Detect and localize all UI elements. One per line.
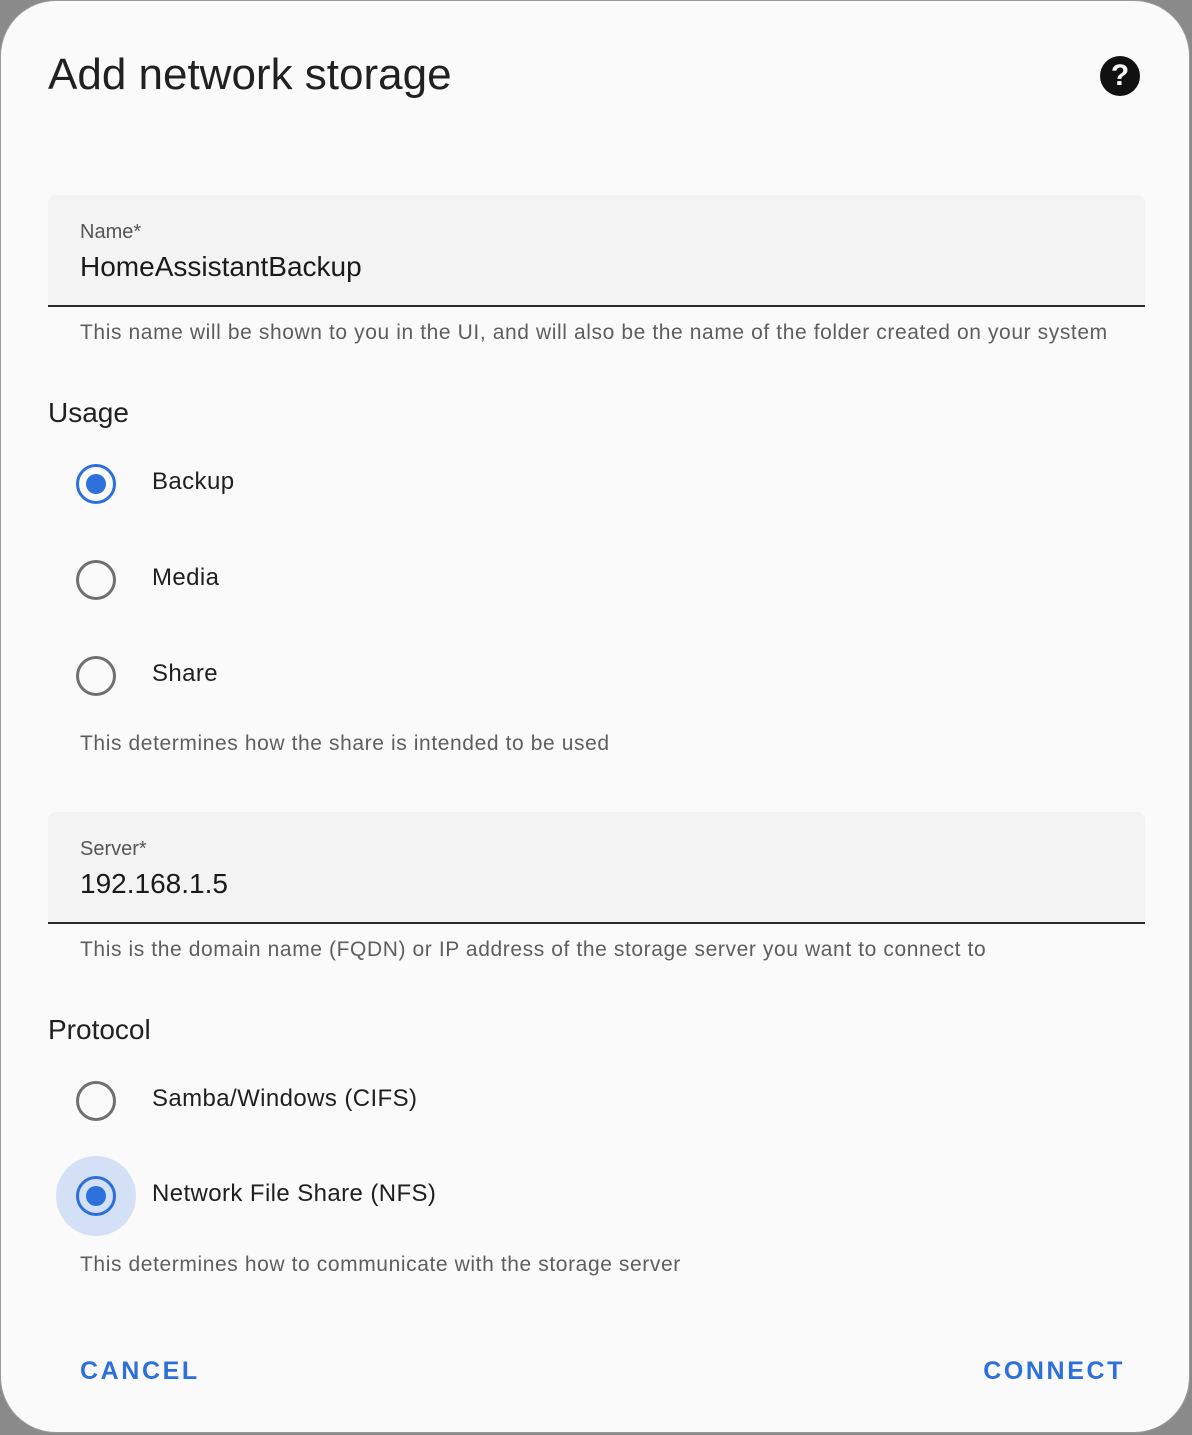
protocol-heading: Protocol xyxy=(48,1014,151,1045)
usage-option-share[interactable]: Share xyxy=(56,636,656,716)
name-field-label: Name* xyxy=(80,221,142,243)
protocol-option-cifs[interactable]: Samba/Windows (CIFS) xyxy=(56,1061,656,1141)
cancel-button[interactable]: CANCEL xyxy=(80,1357,200,1386)
usage-option-label: Backup xyxy=(152,468,235,495)
radio-button-share[interactable] xyxy=(76,656,116,696)
protocol-helper: This determines how to communicate with … xyxy=(80,1253,681,1276)
add-network-storage-dialog: Add network storage ? Name* HomeAssistan… xyxy=(0,0,1190,1433)
connect-button[interactable]: CONNECT xyxy=(983,1357,1125,1386)
usage-option-media[interactable]: Media xyxy=(56,540,656,620)
usage-heading: Usage xyxy=(48,397,129,428)
name-field-helper: This name will be shown to you in the UI… xyxy=(80,321,1108,344)
server-field-label: Server* xyxy=(80,838,147,860)
usage-option-label: Media xyxy=(152,564,220,591)
protocol-option-nfs[interactable]: Network File Share (NFS) xyxy=(56,1156,656,1236)
protocol-option-label: Network File Share (NFS) xyxy=(152,1180,437,1207)
server-field-helper: This is the domain name (FQDN) or IP add… xyxy=(80,938,987,961)
usage-helper: This determines how the share is intende… xyxy=(80,732,610,755)
radio-button-media[interactable] xyxy=(76,560,116,600)
name-field[interactable]: Name* HomeAssistantBackup xyxy=(48,195,1145,307)
server-field[interactable]: Server* 192.168.1.5 xyxy=(48,812,1145,924)
dialog-title: Add network storage xyxy=(48,50,452,99)
server-field-value[interactable]: 192.168.1.5 xyxy=(80,868,228,900)
protocol-option-label: Samba/Windows (CIFS) xyxy=(152,1085,418,1112)
name-field-value[interactable]: HomeAssistantBackup xyxy=(80,251,362,283)
usage-option-label: Share xyxy=(152,660,219,687)
usage-option-backup[interactable]: Backup xyxy=(56,444,656,524)
radio-button-backup[interactable] xyxy=(76,464,116,504)
help-icon[interactable]: ? xyxy=(1100,56,1140,96)
radio-button-nfs[interactable] xyxy=(76,1176,116,1216)
radio-button-cifs[interactable] xyxy=(76,1081,116,1121)
